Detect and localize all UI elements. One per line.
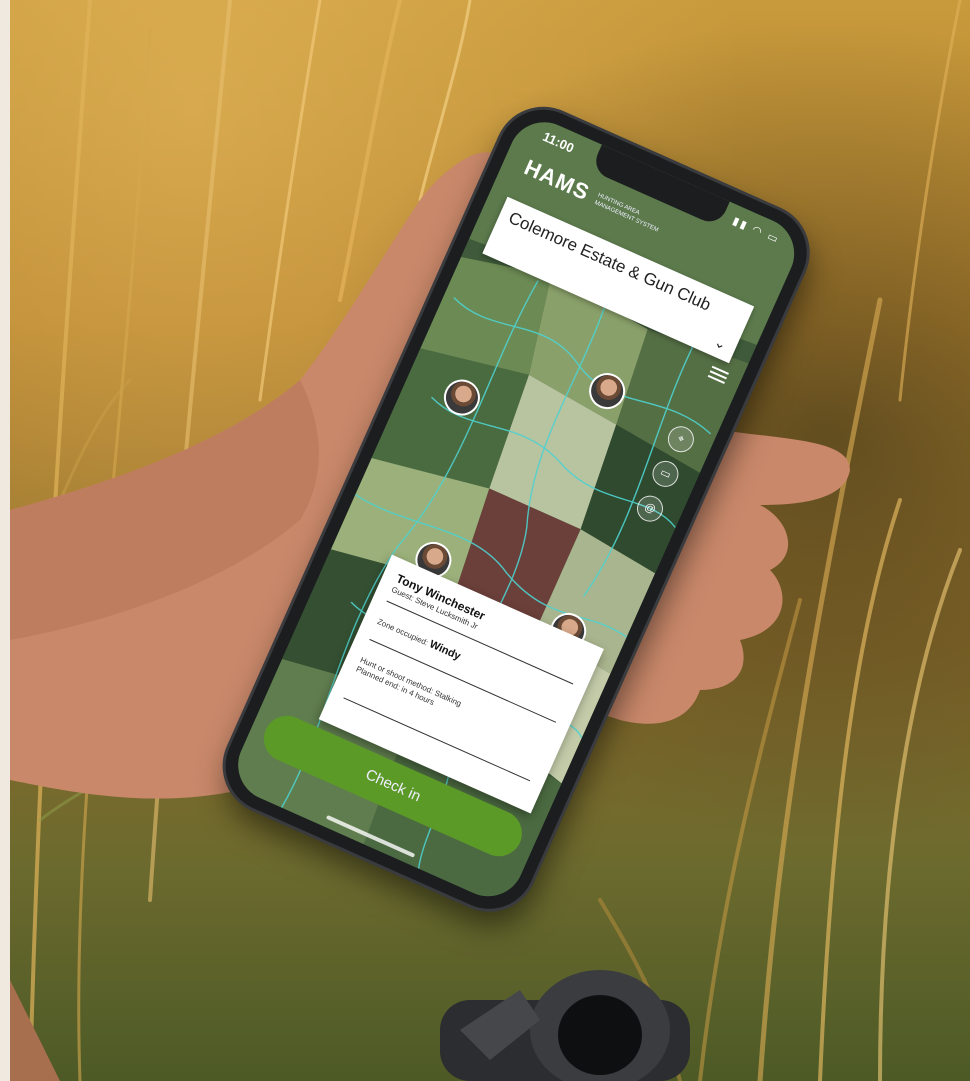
photo-background: 11:00 ▮▮ ◠ ▭ HAMS HUNTING AREA MANAGEMEN… bbox=[0, 0, 970, 1081]
zone-value: Windy bbox=[427, 638, 463, 663]
chevron-down-icon: ⌄ bbox=[711, 333, 730, 353]
gun-barrel bbox=[440, 970, 690, 1081]
zone-occupied: Zone occupied: Windy bbox=[375, 615, 463, 663]
zone-label: Zone occupied: bbox=[375, 616, 430, 648]
left-border bbox=[0, 0, 10, 1081]
